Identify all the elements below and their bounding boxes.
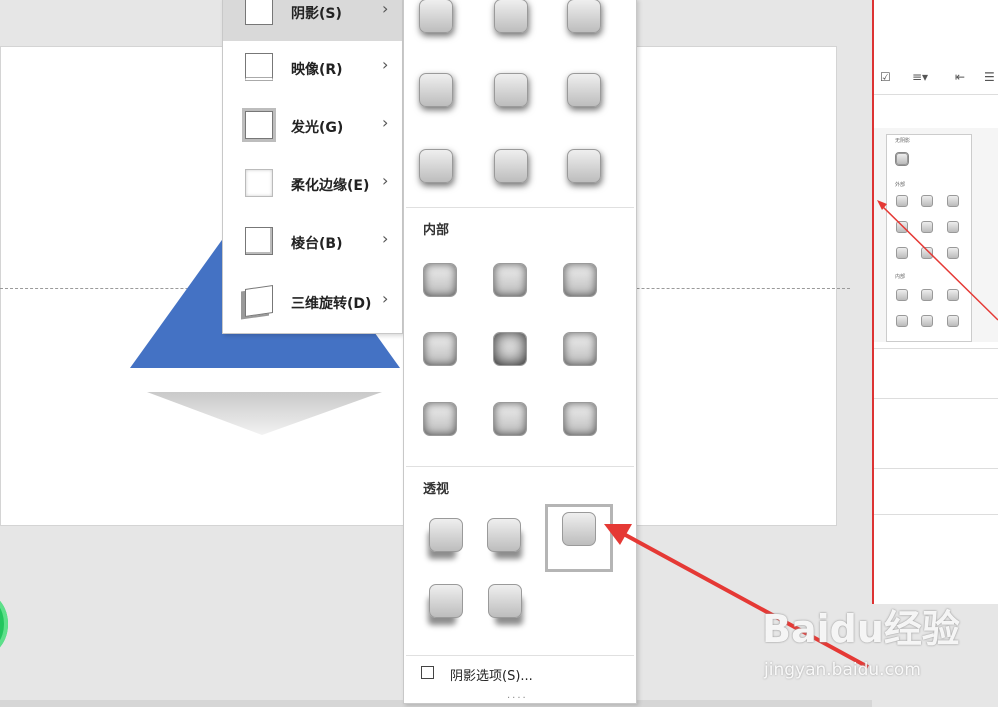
watermark-url: jingyan.baidu.com [764,660,921,680]
annotation-arrow-small [879,203,998,321]
watermark-logo: Baidu经验 [762,607,960,651]
